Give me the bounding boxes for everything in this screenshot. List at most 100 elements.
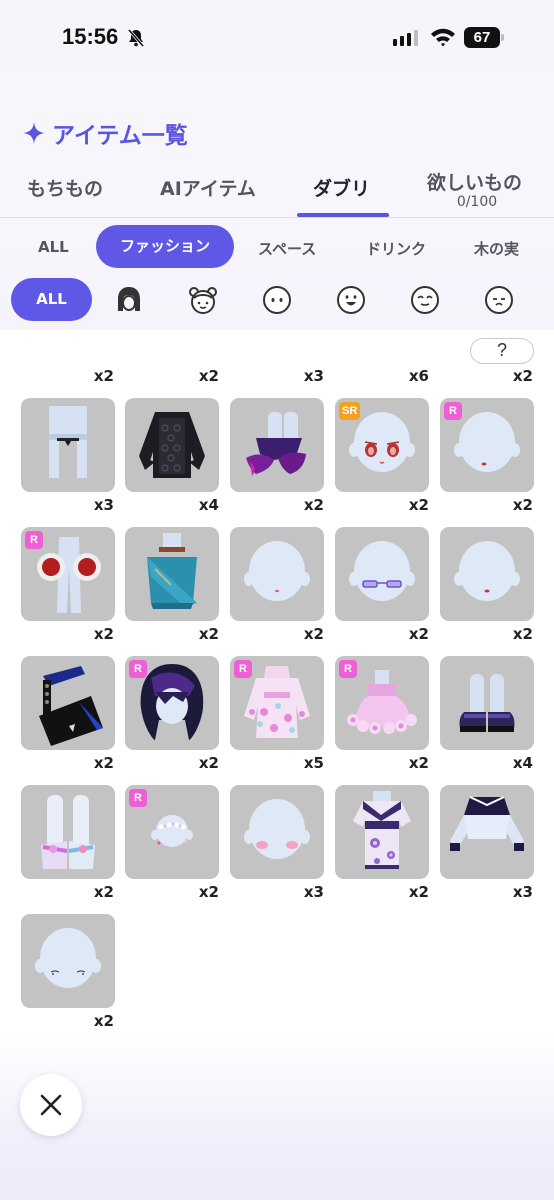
item-tile[interactable]: R [230,656,324,750]
item-tile[interactable] [230,785,324,879]
item-tile[interactable] [230,398,324,492]
tab-duplicates[interactable]: ダブリ [313,174,370,201]
item-tile[interactable] [440,656,534,750]
item-count: x2 [93,883,114,901]
sleepy-face-icon [35,928,101,988]
tab-wishlist[interactable]: 欲しいもの [427,168,522,195]
rarity-badge: R [129,789,147,807]
item-tile[interactable] [335,527,429,621]
face-neutral-icon[interactable] [261,284,293,316]
plain-face-icon [244,541,310,601]
face-closed-eyes-icon[interactable] [409,284,441,316]
wifi-icon [431,28,455,47]
item-tile[interactable] [21,656,115,750]
item-count: x2 [93,754,114,772]
item-count: x2 [408,496,429,514]
item-count: x4 [198,496,219,514]
status-bar: 15:56 67 [0,0,554,76]
item-tile[interactable] [21,785,115,879]
rarity-badge: R [25,531,43,549]
item-count: x2 [93,1012,114,1030]
item-count: x4 [512,754,533,772]
item-tile[interactable]: R [335,656,429,750]
item-tile[interactable] [335,785,429,879]
tall-hat-icon [49,406,87,478]
tab-mochimono[interactable]: もちもの [27,174,103,201]
item-count: x2 [512,496,533,514]
item-tile[interactable]: R [125,656,219,750]
item-count: x3 [303,367,324,385]
cellular-signal-icon [393,30,418,46]
tabs-divider [0,217,554,218]
face-smile-icon[interactable] [335,284,367,316]
category-fashion[interactable]: ファッション [96,225,234,268]
rarity-badge: SR [339,402,361,420]
subfilter-all[interactable]: ALL [11,278,92,321]
glasses-face-icon [349,541,415,601]
item-tile[interactable] [125,527,219,621]
item-tile[interactable]: R [125,785,219,879]
flame-boots-icon [246,412,306,476]
item-tile[interactable]: R [21,527,115,621]
category-space[interactable]: スペース [258,238,316,259]
item-tile[interactable]: SR [335,398,429,492]
sandals-icon [41,795,95,869]
page-title: アイテム一覧 [22,116,188,150]
tab-ai-items[interactable]: AIアイテム [160,174,256,201]
sparkle-icon [23,122,45,144]
floral-kimono-icon [353,791,411,869]
rarity-badge: R [234,660,252,678]
item-count: x6 [408,367,429,385]
plain-face-icon [454,541,520,601]
shoulder-bag-icon [39,666,103,746]
item-tile[interactable] [21,398,115,492]
item-count: x3 [303,883,324,901]
item-tile[interactable] [440,527,534,621]
item-count: x2 [408,883,429,901]
category-drink[interactable]: ドリンク [366,238,426,259]
close-button[interactable] [20,1074,82,1136]
item-count: x2 [303,496,324,514]
item-count: x2 [198,625,219,643]
item-tile[interactable] [440,785,534,879]
short-boots-icon [459,674,515,732]
teal-top-icon [147,533,197,609]
close-icon [40,1094,62,1116]
rarity-badge: R [339,660,357,678]
navy-top-icon [450,796,524,851]
item-count: x2 [198,367,219,385]
face-bun-icon[interactable] [187,284,219,316]
bottom-fade [0,1030,554,1200]
item-count: x2 [198,883,219,901]
help-button[interactable]: ? [470,338,534,364]
rarity-badge: R [444,402,462,420]
battery-icon: 67 [464,27,504,48]
item-tile[interactable] [230,527,324,621]
item-tile[interactable] [125,398,219,492]
hair-icon[interactable] [113,284,145,316]
bell-muted-icon [127,29,145,47]
item-count: x3 [93,496,114,514]
item-count: x2 [408,754,429,772]
item-count: x2 [303,625,324,643]
item-count: x2 [512,625,533,643]
lace-blouse-icon [139,412,205,478]
category-nuts[interactable]: 木の実 [474,238,519,259]
battery-level: 67 [464,27,500,48]
category-all[interactable]: ALL [38,238,69,256]
category-filter: ALL スペース ドリンク 木の実 [0,222,554,270]
item-tile[interactable] [21,914,115,1008]
item-count: x5 [303,754,324,772]
item-count: x2 [512,367,533,385]
item-count: x3 [512,883,533,901]
item-tile[interactable]: R [440,398,534,492]
item-count: x2 [93,625,114,643]
main-tabs: もちもの AIアイテム ダブリ 欲しいもの [0,160,554,220]
status-time: 15:56 [62,24,119,49]
face-shy-icon[interactable] [483,284,515,316]
item-count: x2 [408,625,429,643]
item-count: x2 [198,754,219,772]
blush-face-icon [244,799,310,859]
item-count: x2 [93,367,114,385]
rarity-badge: R [129,660,147,678]
